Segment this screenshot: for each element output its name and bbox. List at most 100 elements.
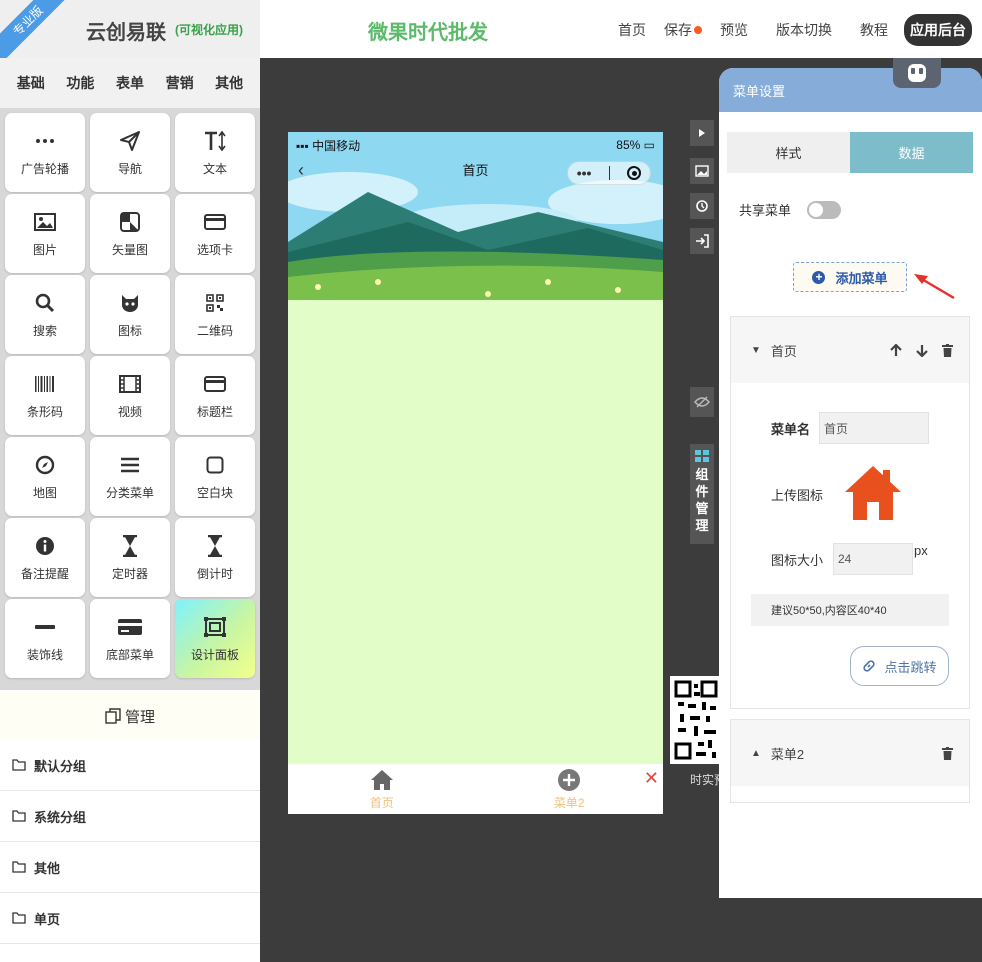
icon-size-label: 图标大小 <box>771 552 824 568</box>
caret-down-icon[interactable]: ▼ <box>751 345 761 356</box>
menu-settings-panel: 菜单设置 样式 数据 共享菜单 + 添加菜单 ▼ 首页 菜单名 首页 上传图标 … <box>719 68 982 898</box>
component-navigation[interactable]: 导航 <box>90 113 170 192</box>
folder-icon <box>12 759 26 771</box>
nav-preview-link[interactable]: 预览 <box>720 20 748 40</box>
component-blank-block[interactable]: 空白块 <box>175 437 255 516</box>
group-other[interactable]: 其他 <box>0 842 260 893</box>
film-icon <box>119 371 141 397</box>
component-divider[interactable]: 装饰线 <box>5 599 85 678</box>
menu-item-card-home: ▼ 首页 菜单名 首页 上传图标 图标大小 24 px 建议50*50,内容区4… <box>730 316 970 709</box>
tabbar-item-menu2[interactable]: 菜单2 <box>476 764 664 814</box>
tabbar-item-home[interactable]: 首页 <box>288 764 476 814</box>
tab-form[interactable]: 表单 <box>116 73 144 93</box>
qrcode-icon <box>206 290 224 316</box>
nav-tutorial-link[interactable]: 教程 <box>860 20 888 40</box>
admin-button[interactable]: 应用后台 <box>904 14 972 46</box>
click-jump-button[interactable]: 点击跳转 <box>850 646 949 686</box>
component-text[interactable]: 文本 <box>175 113 255 192</box>
component-manage-button[interactable]: 组 件 管 理 <box>690 444 714 544</box>
panel-avatar-icon[interactable] <box>893 58 941 88</box>
image-tool-icon[interactable] <box>690 158 714 184</box>
nav-version-switch-link[interactable]: 版本切换 <box>776 20 832 40</box>
component-label: 倒计时 <box>196 567 233 581</box>
nav-save-button[interactable]: 保存 <box>664 20 702 40</box>
group-default[interactable]: 默认分组 <box>0 740 260 791</box>
component-qrcode[interactable]: 二维码 <box>175 275 255 354</box>
folder-icon <box>12 861 26 873</box>
more-dots-icon[interactable]: ••• <box>577 165 592 181</box>
icon-size-unit: px <box>914 543 928 558</box>
component-label: 底部菜单 <box>105 648 154 662</box>
tab-function[interactable]: 功能 <box>66 73 94 93</box>
move-down-icon[interactable] <box>916 344 928 357</box>
component-design-panel[interactable]: 设计面板 <box>175 599 255 678</box>
compass-icon <box>35 452 55 478</box>
group-single-page[interactable]: 单页 <box>0 893 260 944</box>
component-map[interactable]: 地图 <box>5 437 85 516</box>
tabbar-close-icon[interactable]: ✕ <box>644 768 659 789</box>
group-label: 系统分组 <box>34 809 87 825</box>
home-icon[interactable] <box>843 464 903 525</box>
component-vector[interactable]: 矢量图 <box>90 194 170 273</box>
capsule-divider <box>608 166 610 180</box>
close-target-icon[interactable] <box>627 166 642 180</box>
component-sidebar: 基础 功能 表单 营销 其他 广告轮播 导航 文本 图片 矢量图 选项卡 搜索 … <box>0 58 260 962</box>
component-label: 图片 <box>32 243 57 257</box>
paper-plane-icon <box>119 128 141 154</box>
barcode-icon <box>34 371 56 397</box>
plus-circle-icon <box>557 768 581 792</box>
login-icon[interactable] <box>690 228 714 254</box>
mini-program-capsule[interactable]: ••• <box>567 161 651 185</box>
expand-arrow-icon[interactable] <box>690 120 714 146</box>
share-menu-label: 共享菜单 <box>739 203 792 218</box>
component-timer[interactable]: 定时器 <box>90 518 170 597</box>
component-titlebar[interactable]: 标题栏 <box>175 356 255 435</box>
component-search[interactable]: 搜索 <box>5 275 85 354</box>
nav-home-link[interactable]: 首页 <box>618 20 646 40</box>
info-icon <box>35 533 55 559</box>
tab-data[interactable]: 数据 <box>850 132 973 173</box>
carrier-text: ▪▪▪ 中国移动 <box>296 138 361 153</box>
caret-up-icon[interactable]: ▲ <box>751 748 761 759</box>
component-video[interactable]: 视频 <box>90 356 170 435</box>
add-menu-button[interactable]: + 添加菜单 <box>793 262 907 292</box>
component-note[interactable]: 备注提醒 <box>5 518 85 597</box>
vector-icon <box>120 209 140 235</box>
trash-icon[interactable] <box>942 343 953 357</box>
menu-item-header[interactable]: ▲ 菜单2 <box>731 720 969 786</box>
group-system[interactable]: 系统分组 <box>0 791 260 842</box>
component-carousel[interactable]: 广告轮播 <box>5 113 85 192</box>
manage-header[interactable]: 管理 <box>0 692 260 740</box>
component-label: 文本 <box>202 162 227 176</box>
component-tabs[interactable]: 选项卡 <box>175 194 255 273</box>
top-bar: 专业版 云创易联 (可视化应用) 微果时代批发 首页 保存 预览 版本切换 教程… <box>0 0 982 65</box>
component-label: 定时器 <box>111 567 148 581</box>
menu-item-header[interactable]: ▼ 首页 <box>731 317 969 383</box>
eye-hidden-icon[interactable] <box>690 387 714 417</box>
component-bottom-menu[interactable]: 底部菜单 <box>90 599 170 678</box>
component-barcode[interactable]: 条形码 <box>5 356 85 435</box>
manage-char: 理 <box>695 518 709 533</box>
component-label: 标题栏 <box>196 405 233 419</box>
component-icon[interactable]: 图标 <box>90 275 170 354</box>
icon-size-input[interactable]: 24 <box>833 543 913 575</box>
share-menu-toggle[interactable] <box>807 200 842 219</box>
trash-icon[interactable] <box>942 746 953 760</box>
preview-qrcode[interactable] <box>670 676 722 764</box>
tab-basic[interactable]: 基础 <box>17 73 45 93</box>
component-category-menu[interactable]: 分类菜单 <box>90 437 170 516</box>
hourglass-icon <box>206 533 224 559</box>
manage-label: 管理 <box>124 708 155 726</box>
tab-marketing[interactable]: 营销 <box>166 73 194 93</box>
history-icon[interactable] <box>690 193 714 219</box>
folder-icon <box>12 810 26 822</box>
grid-icon <box>695 450 709 462</box>
folder-icon <box>12 912 26 924</box>
component-image[interactable]: 图片 <box>5 194 85 273</box>
tab-style[interactable]: 样式 <box>727 132 850 173</box>
move-up-icon[interactable] <box>890 343 902 357</box>
menu-name-input[interactable]: 首页 <box>819 412 929 444</box>
component-countdown[interactable]: 倒计时 <box>175 518 255 597</box>
manage-char: 管 <box>695 501 709 516</box>
tab-other[interactable]: 其他 <box>215 73 243 93</box>
